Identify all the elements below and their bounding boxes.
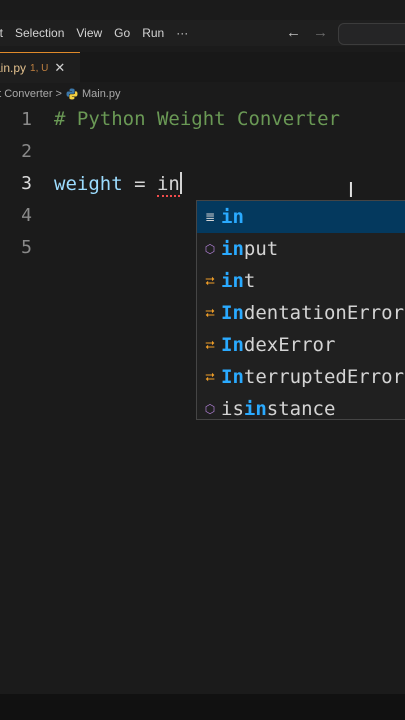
class-icon: ⮂: [205, 337, 215, 352]
tab-main-py[interactable]: ain.py 1, U ✕: [0, 52, 80, 83]
suggestion-match: In: [221, 366, 244, 388]
breadcrumb-folder[interactable]: ht Converter: [0, 88, 53, 100]
text-cursor: [179, 172, 182, 194]
suggestion-indentationerror[interactable]: ⮂ In dentationError: [197, 297, 405, 329]
suggestion-match: in: [243, 398, 267, 420]
suggestion-rest: dexError: [243, 334, 336, 356]
line-number: 3: [21, 173, 32, 194]
line-number: 5: [21, 237, 32, 258]
suggestion-prefix: is: [221, 398, 244, 420]
function-icon: ⬡: [204, 402, 216, 416]
class-icon: ⮂: [205, 369, 215, 384]
function-icon: ⬡: [204, 242, 216, 256]
class-icon: ⮂: [205, 305, 215, 320]
menu-view[interactable]: View: [76, 26, 102, 40]
suggestion-rest: put: [243, 238, 279, 260]
breadcrumb: ht Converter > Main.py: [0, 84, 405, 104]
menu-bar: it Selection View Go Run ··· ← →: [0, 20, 405, 46]
menu-go[interactable]: Go: [114, 26, 130, 40]
suggestion-match: in: [221, 270, 244, 292]
suggestion-input[interactable]: ⬡ in put: [197, 233, 405, 265]
tab-status-badge: 1, U: [30, 62, 49, 74]
code-variable: weight: [54, 173, 123, 195]
keyword-icon: ≣: [204, 210, 216, 224]
suggestion-match: In: [221, 302, 244, 324]
suggestion-int[interactable]: ⮂ in t: [197, 265, 405, 297]
back-arrow-icon[interactable]: ←: [286, 24, 301, 41]
breadcrumb-file[interactable]: Main.py: [82, 88, 121, 100]
suggestion-rest: terruptedError: [243, 366, 405, 388]
menu-edit[interactable]: it: [0, 26, 3, 40]
suggestion-match: In: [221, 334, 244, 356]
breadcrumb-separator: >: [55, 88, 62, 100]
suggestion-match: in: [221, 238, 244, 260]
autocomplete-suggestion-list[interactable]: ≣ in ⬡ in put ⮂ in t ⮂ In dentationError ⮂ …: [196, 200, 405, 420]
code-comment: # Python Weight Converter: [54, 108, 340, 130]
suggestion-rest: dentationError: [243, 302, 405, 324]
tab-bar: ain.py 1, U ✕: [0, 52, 405, 83]
suggestion-rest: stance: [266, 398, 336, 420]
command-center-search[interactable]: [338, 23, 405, 45]
forward-arrow-icon[interactable]: →: [313, 24, 328, 41]
typed-text: in: [156, 173, 180, 197]
code-statement: weight = in: [54, 172, 182, 197]
code-line-1[interactable]: 1 # Python Weight Converter: [0, 104, 405, 136]
navigation-arrows: ← →: [286, 24, 328, 41]
class-icon: ⮂: [205, 273, 215, 288]
suggestion-interruptederror[interactable]: ⮂ In terruptedError: [197, 361, 405, 393]
bottom-bar: [0, 694, 405, 720]
suggestion-match: in: [221, 206, 244, 228]
suggestion-rest: t: [243, 270, 256, 292]
line-number: 4: [21, 205, 32, 226]
suggestion-in[interactable]: ≣ in: [197, 201, 405, 233]
line-number: 1: [21, 109, 32, 130]
close-icon[interactable]: ✕: [54, 60, 65, 76]
python-file-icon: [66, 88, 78, 100]
code-line-3[interactable]: 3 weight = in: [0, 168, 405, 200]
line-number: 2: [21, 141, 32, 162]
code-operator: =: [122, 173, 157, 195]
mouse-ibeam-cursor-icon: I: [348, 178, 354, 202]
menu-selection[interactable]: Selection: [15, 26, 64, 40]
code-line-2[interactable]: 2: [0, 136, 405, 168]
menu-run[interactable]: Run: [142, 26, 164, 40]
menu-more[interactable]: ···: [176, 26, 188, 40]
suggestion-isinstance[interactable]: ⬡ is in stance: [197, 393, 405, 425]
tab-filename: ain.py: [0, 61, 27, 75]
suggestion-indexerror[interactable]: ⮂ In dexError: [197, 329, 405, 361]
